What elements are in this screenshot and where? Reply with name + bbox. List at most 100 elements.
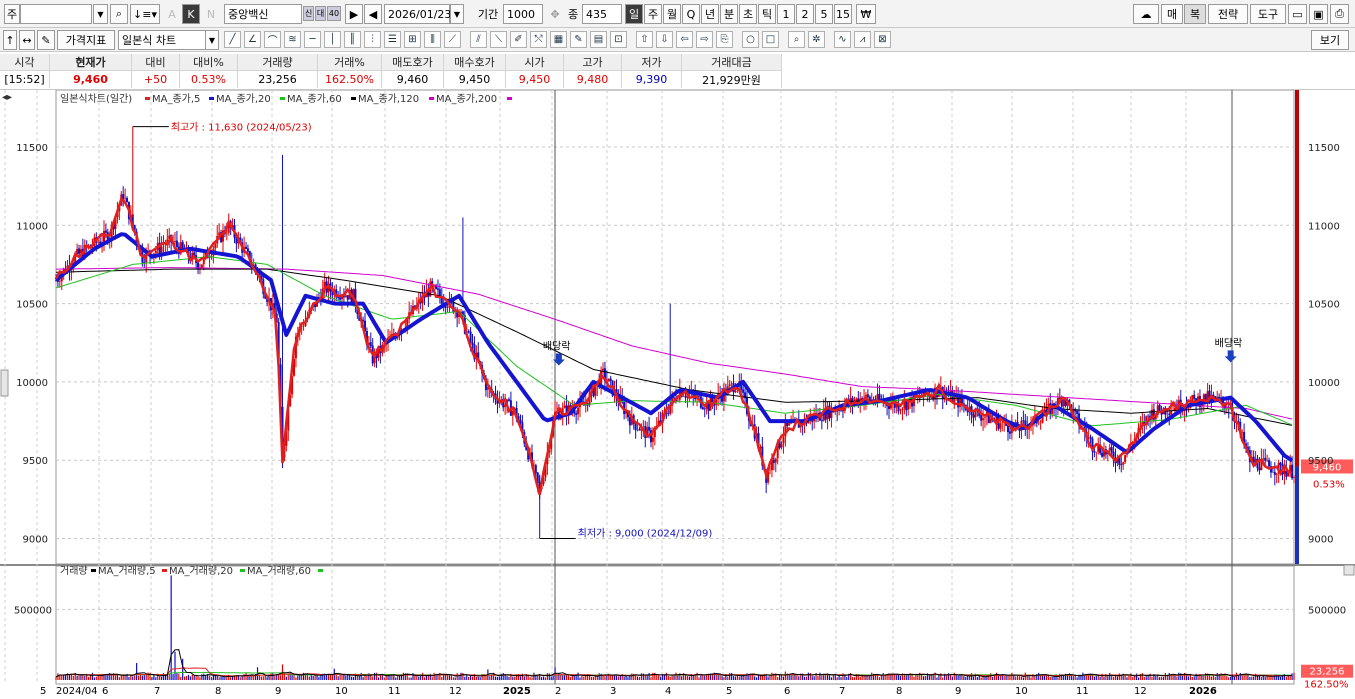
draw-tool-15-icon[interactable]: ✐ [510, 31, 527, 48]
quote-header-3: 대비% [180, 54, 238, 71]
main-toolbar: 주 072020 ▼ ⌕ ↓≡▾ A K N 중앙백신 신 대 40 ▶ ◀ 2… [0, 0, 1355, 28]
quote-header-1: 현재가 [50, 54, 132, 71]
draw-tool-22-icon[interactable]: ⇩ [656, 31, 673, 48]
chart-type-dropdown-icon[interactable]: ▼ [205, 30, 219, 50]
draw-tool-5-icon[interactable]: ─ [304, 31, 321, 48]
draw-tool-6-icon[interactable]: │ [324, 31, 341, 48]
draw-tool-17-icon[interactable]: ▦ [550, 31, 567, 48]
save-icon[interactable]: ▣ [1309, 4, 1328, 24]
volume-legend-item-1: MA_거래량,20 [169, 565, 233, 577]
draw-tool-20-icon[interactable]: ⊡ [610, 31, 627, 48]
stock-code-input[interactable]: 072020 [20, 4, 92, 24]
period-button-2[interactable]: 월 [663, 4, 681, 24]
draw-tool-14-icon[interactable]: ⟍ [490, 31, 507, 48]
multi-button[interactable]: 복 [1184, 4, 1206, 24]
x-tick-11: 3 [610, 686, 616, 697]
draw-tool-28-icon[interactable]: ⌕ [788, 31, 805, 48]
draw-tool-29-icon[interactable]: ✲ [808, 31, 825, 48]
letter-n[interactable]: N [203, 4, 219, 24]
sort-dropdown-icon[interactable]: ↓≡▾ [130, 4, 160, 24]
draw-tool-19-icon[interactable]: ▤ [590, 31, 607, 48]
strategy-button[interactable]: 전략 [1208, 4, 1248, 24]
draw-tool-8-icon[interactable]: ⫶ [364, 31, 381, 48]
quote-header-7: 매수호가 [444, 54, 506, 71]
draw-tool-7-icon[interactable]: ║ [344, 31, 361, 48]
draw-tool-1-icon[interactable]: ╱ [224, 31, 241, 48]
current-ratio-tag: 162.50% [1304, 680, 1349, 691]
tools-button[interactable]: 도구 [1250, 4, 1286, 24]
quote-header-11: 거래대금 [682, 54, 782, 71]
high-annotation: 최고가 : 11,630 (2024/05/23) [171, 122, 312, 134]
crosshair-icon[interactable]: ✥ [546, 4, 564, 24]
letter-k[interactable]: K [182, 4, 200, 24]
x-tick-13: 5 [726, 686, 732, 697]
side-panel-handle[interactable] [0, 369, 9, 397]
period-input[interactable]: 1000 [503, 4, 543, 24]
draw-tool-26-icon[interactable]: ○ [742, 31, 759, 48]
code-dropdown-icon[interactable]: ▼ [93, 4, 108, 24]
draw-tool-4-icon[interactable]: ≋ [284, 31, 301, 48]
market-label[interactable]: 주 [4, 4, 20, 24]
period-button-8[interactable]: 1 [777, 4, 795, 24]
edit-icon[interactable]: ✎ [37, 30, 55, 50]
cloud-icon[interactable]: ☁ [1133, 4, 1159, 24]
chart-type-select[interactable]: 일본식 차트 [118, 30, 206, 50]
volume-legend-end-swatch [318, 569, 323, 572]
view-button[interactable]: 보기 [1311, 30, 1349, 50]
stock-name-field[interactable]: 중앙백신 [224, 4, 302, 24]
quote-header-9: 고가 [564, 54, 622, 71]
price-legend-swatch-3 [351, 97, 356, 100]
period-button-7[interactable]: 틱 [758, 4, 776, 24]
folder-icon[interactable]: ▭ [1288, 4, 1307, 24]
buy-button[interactable]: 매 [1161, 4, 1183, 24]
draw-tool-16-icon[interactable]: ⤲ [530, 31, 547, 48]
prev-icon[interactable]: ◀ [364, 4, 382, 24]
print-icon[interactable]: ⎙ [1330, 4, 1349, 24]
period-button-1[interactable]: 주 [644, 4, 662, 24]
draw-tool-30-icon[interactable]: ∿ [834, 31, 851, 48]
expand-icon[interactable]: ↔ [19, 30, 35, 50]
price-legend-item-3: MA_종가,120 [358, 93, 419, 105]
draw-tool-2-icon[interactable]: ∠ [244, 31, 261, 48]
draw-tool-9-icon[interactable]: ☰ [384, 31, 401, 48]
period-label: 기간 [477, 8, 499, 21]
draw-tool-3-icon[interactable]: ⌒ [264, 31, 281, 48]
won-icon[interactable]: ₩ [856, 4, 876, 24]
period-button-5[interactable]: 분 [720, 4, 738, 24]
up-arrow-icon[interactable]: ↑ [3, 30, 17, 50]
count-input[interactable]: 435 [582, 4, 622, 24]
next-icon[interactable]: ▶ [345, 4, 363, 24]
draw-tool-27-icon[interactable]: □ [762, 31, 779, 48]
period-button-9[interactable]: 2 [796, 4, 814, 24]
draw-tool-12-icon[interactable]: ⟋ [444, 31, 461, 48]
draw-tool-13-icon[interactable]: ⫽ [470, 31, 487, 48]
search-icon[interactable]: ⌕ [110, 4, 128, 24]
period-button-11[interactable]: 15 [834, 4, 852, 24]
badge-margin: 40 [327, 6, 341, 21]
draw-tool-23-icon[interactable]: ⇦ [676, 31, 693, 48]
draw-tool-24-icon[interactable]: ⇨ [696, 31, 713, 48]
date-dropdown-icon[interactable]: ▼ [450, 4, 464, 24]
price-indicator-button[interactable]: 가격지표 [57, 30, 115, 50]
letter-a[interactable]: A [164, 4, 180, 24]
draw-tool-31-icon[interactable]: ⩘ [854, 31, 871, 48]
price-chart[interactable]: 최고가 : 11,630 (2024/05/23) 최저가 : 9,000 (20… [0, 90, 1355, 699]
period-button-6[interactable]: 초 [739, 4, 757, 24]
period-button-0[interactable]: 일 [625, 4, 643, 24]
period-button-10[interactable]: 5 [815, 4, 833, 24]
draw-tool-10-icon[interactable]: ⊞ [404, 31, 421, 48]
x-tick-2: 6 [102, 686, 108, 697]
right-price-bar-up [1295, 90, 1299, 467]
x-tick-18: 10 [1015, 686, 1028, 697]
draw-tool-25-icon[interactable]: ⎘ [716, 31, 733, 48]
period-button-4[interactable]: 년 [701, 4, 719, 24]
draw-tool-32-icon[interactable]: ⊠ [874, 31, 891, 48]
draw-tool-21-icon[interactable]: ⇧ [636, 31, 653, 48]
draw-tool-18-icon[interactable]: ✎ [570, 31, 587, 48]
draw-tool-11-icon[interactable]: ⫼ [424, 31, 441, 48]
panel-close-handle[interactable] [1343, 564, 1355, 576]
period-button-3[interactable]: Q [682, 4, 700, 24]
quote-header-5: 거래% [318, 54, 382, 71]
date-field[interactable]: 2026/01/23 [384, 4, 451, 24]
scroll-arrows-icon[interactable]: ◂▸ [2, 92, 12, 103]
